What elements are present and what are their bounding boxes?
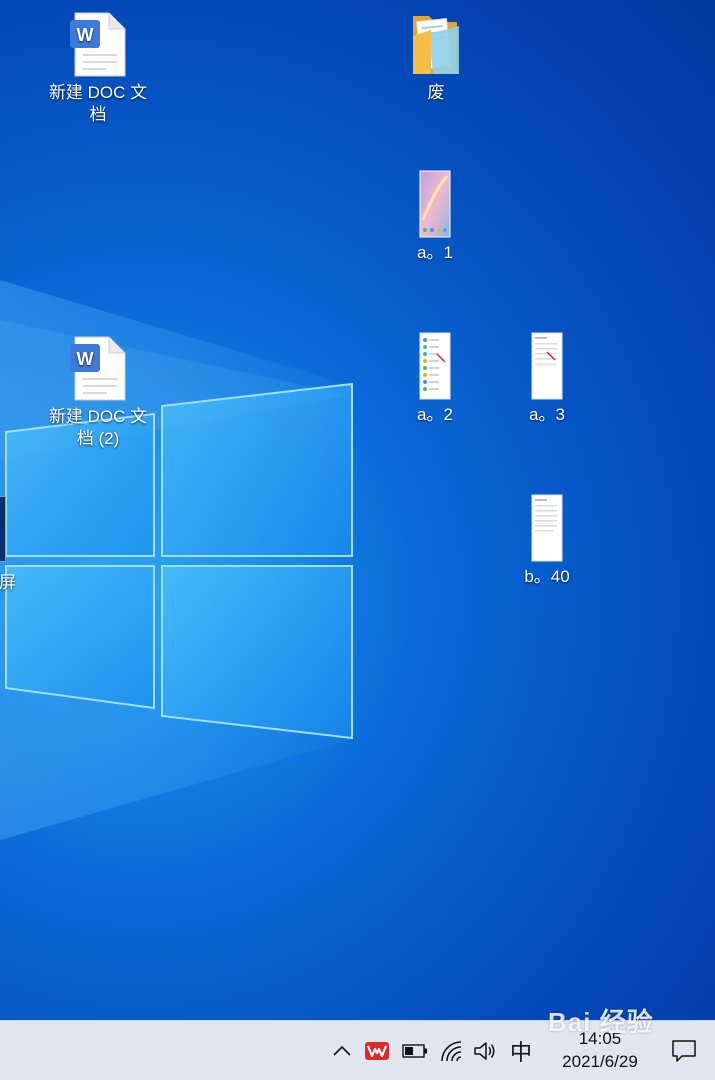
desktop-icon-image-b40[interactable]: b。40 (492, 494, 602, 588)
desktop-icon-new-doc[interactable]: W 新建 DOC 文档 (43, 12, 153, 126)
input-method-button[interactable]: 中 (504, 1021, 538, 1080)
wps-tray-button[interactable] (362, 1021, 392, 1080)
folder-icon (413, 16, 459, 74)
battery-icon (402, 1044, 427, 1058)
icon-label: 新建 DOC 文档 (2) (48, 407, 148, 448)
chevron-up-icon (333, 1045, 351, 1056)
word-doc-icon: W (70, 12, 126, 77)
svg-text:W: W (77, 349, 94, 369)
image-thumbnail-icon (531, 332, 563, 400)
icon-label: b。40 (524, 567, 570, 586)
icon-label: 废 (427, 83, 445, 102)
network-button[interactable] (437, 1021, 467, 1080)
desktop-icon-folder[interactable]: 废 (381, 12, 491, 104)
image-thumbnail-icon (419, 332, 451, 400)
desktop: W 新建 DOC 文档 废 a。1 W 新建 DOC 文档 (2) a。2 a。… (0, 0, 715, 1080)
image-thumbnail-icon (419, 170, 451, 238)
svg-text:W: W (77, 25, 94, 45)
clock-date: 2021/6/29 (562, 1052, 638, 1071)
partial-desktop-icon[interactable] (0, 496, 6, 562)
word-doc-icon: W (70, 336, 126, 401)
partial-icon-label: 屏 (0, 573, 16, 592)
volume-icon (474, 1042, 495, 1060)
show-hidden-icons-button[interactable] (328, 1021, 356, 1080)
icon-label: a。3 (529, 405, 565, 424)
battery-button[interactable] (400, 1021, 430, 1080)
windows-logo-wallpaper (0, 280, 353, 840)
desktop-icon-image-a1[interactable]: a。1 (380, 170, 490, 264)
notification-icon (672, 1040, 696, 1062)
desktop-icon-image-a2[interactable]: a。2 (380, 332, 490, 426)
volume-button[interactable] (471, 1021, 499, 1080)
icon-label: a。2 (417, 405, 453, 424)
ime-label: 中 (509, 1041, 532, 1066)
image-thumbnail-icon (531, 494, 563, 562)
action-center-button[interactable] (664, 1021, 704, 1080)
wps-icon (365, 1042, 389, 1060)
icon-label: a。1 (417, 243, 453, 262)
desktop-icon-new-doc-2[interactable]: W 新建 DOC 文档 (2) (43, 336, 153, 450)
watermark-text: Bai 经验 (548, 1007, 654, 1037)
wifi-icon (441, 1041, 462, 1062)
baidu-jingyan-watermark: Bai 经验 (548, 1002, 654, 1039)
icon-label: 新建 DOC 文档 (48, 83, 148, 124)
desktop-icon-image-a3[interactable]: a。3 (492, 332, 602, 426)
